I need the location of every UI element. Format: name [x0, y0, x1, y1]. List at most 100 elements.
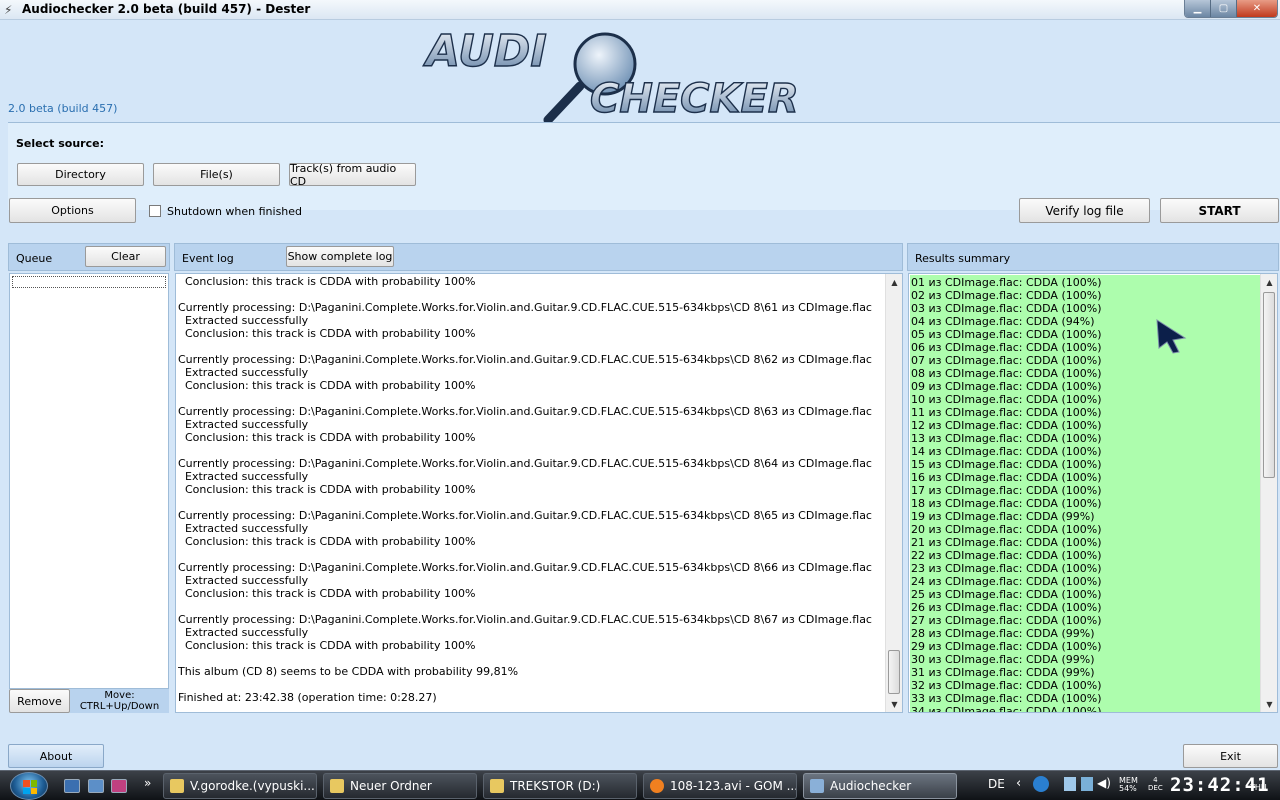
log-line: Currently processing: D:\Paganini.Comple…: [178, 457, 872, 470]
media-player-icon[interactable]: [111, 779, 127, 793]
scroll-down-icon[interactable]: ▼: [886, 696, 902, 712]
taskbar-item-folder-1[interactable]: V.gorodke.(vypuski....: [163, 773, 317, 799]
move-hint-line2: CTRL+Up/Down: [79, 701, 160, 712]
volume-icon[interactable]: ◀): [1097, 776, 1111, 790]
result-line: 24 из CDImage.flac: CDDA (100%): [911, 575, 1102, 588]
log-line: Extracted successfully: [178, 470, 309, 483]
log-line: Extracted successfully: [178, 522, 309, 535]
gom-player-icon: [650, 779, 664, 793]
scroll-thumb[interactable]: [888, 650, 900, 694]
minimize-button[interactable]: ▁: [1185, 0, 1211, 17]
svg-text:AUDI: AUDI: [423, 26, 547, 77]
event-log-panel[interactable]: Conclusion: this track is CDDA with prob…: [175, 273, 903, 713]
quicklaunch-more-icon[interactable]: »: [144, 776, 151, 790]
about-button[interactable]: About: [8, 744, 104, 768]
log-line: Currently processing: D:\Paganini.Comple…: [178, 509, 872, 522]
log-line: Conclusion: this track is CDDA with prob…: [178, 639, 476, 652]
log-line: Extracted successfully: [178, 626, 309, 639]
show-desktop-icon[interactable]: [64, 779, 80, 793]
taskbar-item-gom-player[interactable]: 108-123.avi - GOM ...: [643, 773, 797, 799]
log-line: Currently processing: D:\Paganini.Comple…: [178, 561, 872, 574]
files-button[interactable]: File(s): [153, 163, 280, 186]
svg-text:CHECKER: CHECKER: [590, 76, 799, 122]
taskbar-item-drive[interactable]: TREKSTOR (D:): [483, 773, 637, 799]
start-button[interactable]: START: [1160, 198, 1279, 223]
results-header: Results summary: [907, 243, 1279, 271]
title-bar[interactable]: ⚡ Audiochecker 2.0 beta (build 457) - De…: [0, 0, 1280, 20]
result-line: 03 из CDImage.flac: CDDA (100%): [911, 302, 1102, 315]
result-line: 30 из CDImage.flac: CDDA (99%): [911, 653, 1095, 666]
scroll-up-icon[interactable]: ▲: [1261, 274, 1277, 290]
start-button[interactable]: [10, 772, 48, 800]
taskbar-item-folder-2[interactable]: Neuer Ordner: [323, 773, 477, 799]
shutdown-label[interactable]: Shutdown when finished: [167, 205, 302, 218]
network-icon[interactable]: [1081, 777, 1093, 791]
event-log-title: Event log: [182, 252, 234, 265]
task-label: TREKSTOR (D:): [510, 779, 601, 793]
log-line: Conclusion: this track is CDDA with prob…: [178, 535, 476, 548]
audiochecker-icon: [810, 779, 824, 793]
scroll-up-icon[interactable]: ▲: [886, 274, 902, 290]
language-indicator[interactable]: DE: [988, 777, 1005, 791]
directory-button[interactable]: Directory: [17, 163, 144, 186]
window-title: Audiochecker 2.0 beta (build 457) - Dest…: [22, 2, 311, 16]
move-hint-line1: Move:: [104, 690, 135, 701]
date-display: 4 DEC: [1148, 776, 1163, 792]
log-line: Currently processing: D:\Paganini.Comple…: [178, 353, 872, 366]
source-section: Select source: Directory File(s) Track(s…: [8, 122, 1280, 210]
maximize-button[interactable]: ▢: [1211, 0, 1237, 17]
tray-app-icon[interactable]: [1033, 776, 1049, 792]
switch-windows-icon[interactable]: [88, 779, 104, 793]
move-hint: Move: CTRL+Up/Down: [70, 689, 169, 713]
result-line: 27 из CDImage.flac: CDDA (100%): [911, 614, 1102, 627]
result-line: 08 из CDImage.flac: CDDA (100%): [911, 367, 1102, 380]
task-label: Audiochecker: [830, 779, 912, 793]
shutdown-checkbox[interactable]: [149, 205, 161, 217]
result-line: 19 из CDImage.flac: CDDA (99%): [911, 510, 1095, 523]
main-window: AUDI CHECKER 2.0 beta (build 457) Select…: [0, 20, 1280, 770]
result-line: 34 из CDImage.flac: CDDA (100%): [911, 705, 1102, 713]
log-line: Currently processing: D:\Paganini.Comple…: [178, 405, 872, 418]
results-scrollbar[interactable]: ▲ ▼: [1260, 274, 1277, 712]
event-log-lines: Conclusion: this track is CDDA with prob…: [178, 275, 886, 704]
safely-remove-icon[interactable]: [1064, 777, 1076, 791]
log-line: Extracted successfully: [178, 574, 309, 587]
app-icon[interactable]: ⚡: [4, 3, 18, 17]
taskbar-item-audiochecker[interactable]: Audiochecker: [803, 773, 957, 799]
results-panel[interactable]: 01 из CDImage.flac: CDDA (100%) 02 из CDI…: [908, 273, 1278, 713]
result-line: 15 из CDImage.flac: CDDA (100%): [911, 458, 1102, 471]
result-line: 20 из CDImage.flac: CDDA (100%): [911, 523, 1102, 536]
tray-expand-icon[interactable]: ‹: [1016, 776, 1021, 791]
verify-log-button[interactable]: Verify log file: [1019, 198, 1150, 223]
queue-title: Queue: [16, 252, 53, 265]
result-line: 11 из CDImage.flac: CDDA (100%): [911, 406, 1102, 419]
queue-focus-item[interactable]: [12, 276, 166, 288]
close-button[interactable]: ✕: [1237, 0, 1277, 17]
scroll-down-icon[interactable]: ▼: [1261, 696, 1277, 712]
tracks-from-cd-button[interactable]: Track(s) from audio CD: [289, 162, 416, 188]
scroll-thumb[interactable]: [1263, 292, 1275, 478]
event-log-scrollbar[interactable]: ▲ ▼: [885, 274, 902, 712]
options-button[interactable]: Options: [9, 198, 136, 223]
log-line: Conclusion: this track is CDDA with prob…: [178, 327, 476, 340]
result-line: 21 из CDImage.flac: CDDA (100%): [911, 536, 1102, 549]
result-line: 29 из CDImage.flac: CDDA (100%): [911, 640, 1102, 653]
show-complete-log-button[interactable]: Show complete log: [286, 246, 394, 267]
clear-button[interactable]: Clear: [85, 246, 166, 267]
exit-button[interactable]: Exit: [1183, 744, 1278, 768]
task-label: Neuer Ordner: [350, 779, 432, 793]
remove-button[interactable]: Remove: [9, 689, 70, 713]
window-controls: ▁ ▢ ✕: [1184, 0, 1278, 18]
date-month: DEC: [1148, 784, 1163, 792]
result-line: 12 из CDImage.flac: CDDA (100%): [911, 419, 1102, 432]
queue-list[interactable]: [9, 273, 169, 689]
log-line: Conclusion: this track is CDDA with prob…: [178, 275, 476, 288]
version-label: 2.0 beta (build 457): [8, 102, 118, 115]
result-line: 06 из CDImage.flac: CDDA (100%): [911, 341, 1102, 354]
result-line: 04 из CDImage.flac: CDDA (94%): [911, 315, 1095, 328]
